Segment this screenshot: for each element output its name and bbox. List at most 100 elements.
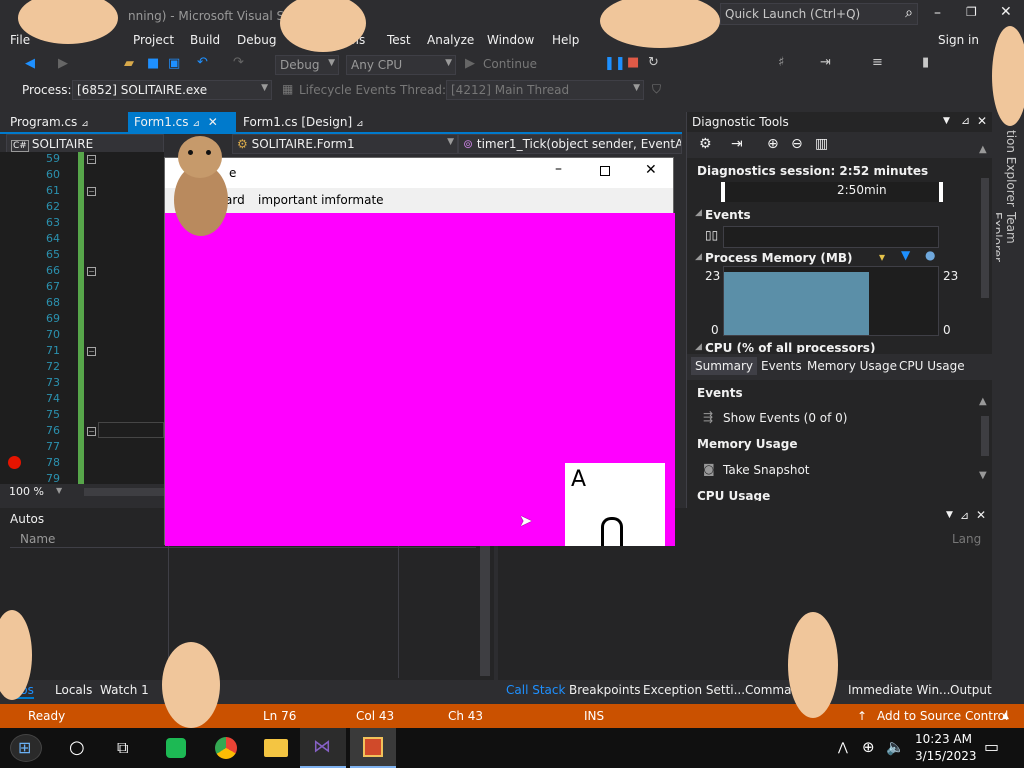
scroll-up-icon[interactable]: ▲ <box>979 396 987 407</box>
back-icon[interactable]: ◀ <box>25 56 35 71</box>
chevron-down-icon[interactable]: ▼ <box>943 116 950 126</box>
class-nav-select[interactable]: ⚙ SOLITAIRE.Form1 ▼ <box>232 134 458 154</box>
project-nav-select[interactable]: C# SOLITAIRE <box>6 134 164 154</box>
scroll-down-icon[interactable]: ▼ <box>979 470 987 481</box>
redo-icon[interactable]: ↷ <box>233 55 244 70</box>
export-icon[interactable]: ⇥ <box>731 136 743 152</box>
close-icon[interactable]: ✕ <box>977 114 987 128</box>
tab-program-cs[interactable]: Program.cs ⊿ <box>4 112 95 132</box>
bookmark-icon[interactable]: ▮ <box>922 55 929 70</box>
pause-events-icon[interactable]: ▯▯ <box>705 228 718 242</box>
tab-form1-design[interactable]: Form1.cs [Design] ⊿ <box>237 112 370 132</box>
tab-exception-settings[interactable]: Exception Setti... <box>643 683 745 697</box>
show-events-link[interactable]: Show Events (0 of 0) <box>723 411 847 425</box>
save-icon[interactable]: ■ <box>147 56 159 71</box>
pin-icon[interactable]: ⊿ <box>960 509 969 522</box>
forward-icon[interactable]: ▶ <box>58 56 68 71</box>
continue-button[interactable]: Continue <box>483 57 537 71</box>
close-icon[interactable]: ✕ <box>976 508 986 522</box>
menu-project[interactable]: Project <box>133 33 174 47</box>
chevron-down-icon[interactable]: ▼ <box>56 486 62 495</box>
menu-window[interactable]: Window <box>487 33 534 47</box>
clock-time[interactable]: 10:23 AM <box>915 732 972 746</box>
tab-watch-1[interactable]: Watch 1 <box>100 683 149 697</box>
pin-icon[interactable]: ⊿ <box>81 119 89 129</box>
collapse-icon[interactable]: ◢ <box>695 252 702 262</box>
take-snapshot-button[interactable]: Take Snapshot <box>723 463 810 477</box>
chevron-up-icon[interactable]: ▲ <box>1002 711 1009 721</box>
restore-button[interactable]: ❐ <box>966 5 977 19</box>
horizontal-scrollbar[interactable] <box>84 488 164 496</box>
format-icon[interactable]: ≡ <box>872 55 883 70</box>
scroll-up-icon[interactable]: ▲ <box>979 144 987 155</box>
filter-icon[interactable]: ⛉ <box>652 82 661 97</box>
tab-events[interactable]: Events <box>761 359 802 373</box>
breakpoint-icon[interactable] <box>8 456 21 469</box>
thread-select[interactable]: [4212] Main Thread ▼ <box>446 80 644 100</box>
close-icon[interactable]: ✕ <box>208 115 218 129</box>
add-to-source-control[interactable]: Add to Source Control <box>877 709 1008 723</box>
solitaire-form-window[interactable]: e – ✕ ard important imformate A ➤ <box>164 157 675 546</box>
comment-icon[interactable]: ♯ <box>778 55 784 70</box>
pin-icon[interactable]: ⊿ <box>961 114 970 127</box>
fold-toggle[interactable]: − <box>87 347 96 356</box>
zoom-out-icon[interactable]: ⊖ <box>791 136 803 152</box>
sign-in-link[interactable]: Sign in <box>938 33 979 47</box>
menu-test[interactable]: Test <box>387 33 411 47</box>
task-view-icon[interactable]: ⧉ <box>117 738 128 758</box>
tab-call-stack[interactable]: Call Stack <box>506 683 565 697</box>
start-button[interactable]: ⊞ <box>10 734 42 762</box>
member-nav-select[interactable]: ⊚ timer1_Tick(object sender, EventArg <box>458 134 682 154</box>
fold-toggle[interactable]: − <box>87 427 96 436</box>
fold-toggle[interactable]: − <box>87 187 96 196</box>
indent-icon[interactable]: ⇥ <box>820 55 831 70</box>
side-tab-solution-explorer[interactable]: tion Explorer <box>996 130 1018 210</box>
solitaire-taskbar-button[interactable] <box>350 728 396 768</box>
zoom-level[interactable]: 100 % <box>9 485 44 498</box>
platform-select[interactable]: Any CPU ▼ <box>346 55 456 75</box>
pin-icon[interactable]: ⊿ <box>356 119 364 129</box>
pin-icon[interactable]: ⊿ <box>192 119 200 129</box>
visual-studio-taskbar-button[interactable]: ⋈ <box>300 728 346 768</box>
settings-gear-icon[interactable]: ⚙ <box>699 136 712 152</box>
tab-cpu-usage[interactable]: CPU Usage <box>899 359 965 373</box>
menu-build[interactable]: Build <box>190 33 220 47</box>
open-folder-icon[interactable]: ▰ <box>124 56 134 71</box>
tab-output[interactable]: Output <box>950 683 992 697</box>
summary-scrollbar[interactable]: ▲ ▼ <box>979 386 991 486</box>
scroll-thumb[interactable] <box>981 416 989 456</box>
lifecycle-icon[interactable]: ▦ <box>282 82 293 96</box>
col-language[interactable]: Lang <box>952 532 981 546</box>
sheets-app-icon[interactable] <box>166 738 186 758</box>
minimize-button[interactable]: – <box>934 5 941 21</box>
undo-icon[interactable]: ↶ <box>197 55 208 70</box>
menu-help[interactable]: Help <box>552 33 579 47</box>
clock-date[interactable]: 3/15/2023 <box>915 749 977 763</box>
quick-launch-input[interactable]: Quick Launch (Ctrl+Q) ⌕ <box>720 3 918 25</box>
game-board[interactable]: A ➤ <box>165 213 675 546</box>
form-menu-item-info[interactable]: important imformate <box>258 193 384 207</box>
reset-view-icon[interactable]: ▥ <box>815 136 828 152</box>
menu-file[interactable]: File <box>10 33 30 47</box>
code-editor[interactable]: 59 60 61 62 63 64 65 66 67 68 69 70 71 7… <box>0 152 164 485</box>
process-select[interactable]: [6852] SOLITAIRE.exe ▼ <box>72 80 272 100</box>
config-select[interactable]: Debug ▼ <box>275 55 339 75</box>
file-explorer-icon[interactable] <box>264 739 288 757</box>
zoom-in-icon[interactable]: ⊕ <box>767 136 779 152</box>
save-all-icon[interactable]: ▣ <box>168 56 180 71</box>
search-circle-icon[interactable]: ○ <box>69 737 85 758</box>
timeline-ruler[interactable]: 2:50min <box>721 182 943 202</box>
restart-icon[interactable]: ↻ <box>648 55 659 70</box>
continue-play-icon[interactable]: ▶ <box>465 56 475 71</box>
tab-memory-usage[interactable]: Memory Usage <box>807 359 897 373</box>
form-maximize-button[interactable] <box>600 166 610 176</box>
pause-icon[interactable]: ❚❚ <box>604 56 626 71</box>
tab-locals[interactable]: Locals <box>55 683 92 697</box>
tray-overflow-icon[interactable]: ⋀ <box>838 740 848 754</box>
vertical-scrollbar[interactable]: ▲ <box>979 142 991 332</box>
tab-breakpoints[interactable]: Breakpoints <box>569 683 640 697</box>
playing-card[interactable]: A <box>565 463 665 546</box>
network-icon[interactable]: ⊕ <box>862 738 875 756</box>
autos-scrollbar[interactable] <box>480 538 490 676</box>
form-minimize-button[interactable]: – <box>555 161 562 177</box>
